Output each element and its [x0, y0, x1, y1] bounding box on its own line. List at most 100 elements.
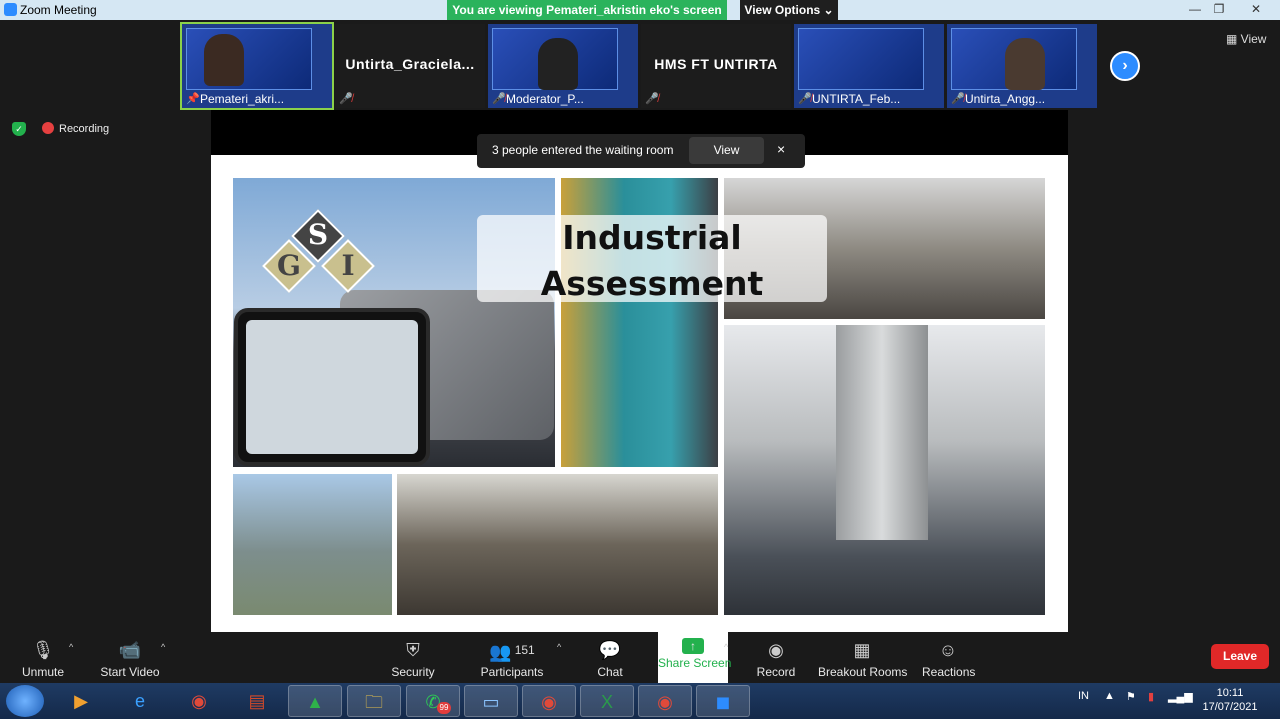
muted-mic-icon: 🎤̸	[492, 93, 506, 105]
audio-options-caret-icon[interactable]: ^	[69, 642, 73, 652]
muted-mic-icon: 🎤̸	[339, 93, 353, 105]
participants-icon: 👥 151	[489, 642, 535, 662]
share-screen-label: Share Screen	[658, 656, 732, 670]
minimize-icon[interactable]: —	[1184, 1, 1206, 18]
breakout-rooms-button[interactable]: ▦ Breakout Rooms	[818, 632, 908, 683]
view-label: View	[1240, 32, 1267, 46]
chat-icon: 💬	[598, 640, 622, 660]
reactions-icon: ☺	[938, 640, 958, 660]
record-button[interactable]: ◉ Record	[756, 632, 796, 683]
participant-name: Moderator_P...	[506, 92, 584, 106]
grid-icon: ▦	[1226, 32, 1241, 46]
whatsapp-badge: 99	[437, 702, 451, 714]
recording-label: Recording	[59, 123, 110, 135]
language-indicator[interactable]: IN	[1078, 690, 1089, 702]
participant-tile[interactable]: 📌 Pemateri_akri...	[180, 22, 334, 110]
logo-letter: S	[307, 218, 329, 251]
restore-icon[interactable]: ❐	[1208, 1, 1230, 18]
chrome-icon[interactable]: ◉	[172, 685, 226, 717]
window-title: Zoom Meeting	[20, 3, 97, 17]
start-video-button[interactable]: 📹 Start Video	[98, 632, 162, 683]
participant-gallery: 📌 Pemateri_akri... Untirta_Graciela... 🎤…	[0, 20, 1280, 110]
share-options-caret-icon[interactable]: ^	[724, 642, 728, 652]
participant-video-person	[538, 38, 578, 90]
chrome-profile-icon[interactable]: ◉	[522, 685, 576, 717]
muted-mic-icon: 🎤̸	[645, 93, 659, 105]
chat-button[interactable]: 💬 Chat	[592, 632, 628, 683]
security-label: Security	[391, 665, 435, 679]
chimney-shape	[836, 325, 928, 540]
participant-tile[interactable]: 🎤̸ Untirta_Angg...	[947, 24, 1097, 108]
triangle-app-icon[interactable]: ▲	[288, 685, 342, 717]
share-screen-icon: ↑	[682, 638, 704, 654]
logo-letter: I	[341, 249, 355, 282]
slide-title-line: Assessment	[540, 264, 764, 303]
battery-icon[interactable]: ▮	[1148, 690, 1154, 703]
participant-tile[interactable]: HMS FT UNTIRTA 🎤̸	[641, 24, 791, 108]
record-icon: ◉	[768, 640, 784, 660]
close-icon[interactable]: ✕	[1245, 1, 1267, 18]
zoom-taskbar-icon[interactable]: ◼	[696, 685, 750, 717]
video-options-caret-icon[interactable]: ^	[161, 642, 165, 652]
clock-date: 17/07/2021	[1202, 701, 1258, 713]
slide-photo-plant-tower	[233, 474, 392, 615]
show-hidden-icons-icon[interactable]: ▲	[1104, 690, 1115, 702]
share-screen-button[interactable]: ↑ Share Screen	[658, 632, 732, 683]
logo-letter: G	[277, 249, 301, 282]
participant-name: UNTIRTA_Feb...	[812, 92, 901, 106]
chat-label: Chat	[597, 665, 623, 679]
next-page-icon[interactable]: ›	[1110, 51, 1140, 81]
participant-tile[interactable]: 🎤̸ UNTIRTA_Feb...	[794, 24, 944, 108]
slide-photo-chimney	[724, 325, 1045, 615]
slide-title: Industrial Assessment	[477, 215, 827, 307]
breakout-rooms-icon: ▦	[853, 640, 871, 660]
signal-icon[interactable]: ▂▄▆	[1168, 690, 1193, 703]
leave-button[interactable]: Leave	[1211, 644, 1269, 669]
waiting-room-notification: 3 people entered the waiting room View ×	[477, 134, 805, 168]
participant-name: Pemateri_akri...	[200, 92, 285, 106]
participants-label: Participants	[480, 665, 544, 679]
zoom-app-icon	[4, 3, 17, 16]
viewing-screen-banner: You are viewing Pemateri_akristin eko's …	[447, 0, 727, 20]
recording-indicator[interactable]: Recording	[42, 122, 109, 135]
meeting-toolbar: 🎙 Unmute ^ 📹 Start Video ^ ⛨ Security 👥 1…	[0, 632, 1280, 683]
gallery-view-button[interactable]: ▦ View	[1226, 32, 1266, 46]
file-explorer-icon[interactable]: 🗀	[347, 685, 401, 717]
participant-video-person	[204, 34, 244, 86]
media-player-icon[interactable]: ▶	[54, 685, 108, 717]
reactions-button[interactable]: ☺ Reactions	[922, 632, 975, 683]
tile-video	[798, 28, 924, 90]
breakout-rooms-label: Breakout Rooms	[818, 665, 908, 679]
participant-tile[interactable]: 🎤̸ Moderator_P...	[488, 24, 638, 108]
remote-desktop-icon[interactable]: ▭	[464, 685, 518, 717]
participant-name: Untirta_Graciela...	[345, 56, 475, 72]
shield-icon: ⛨	[406, 640, 420, 660]
start-button-icon[interactable]	[6, 685, 44, 717]
participant-name: Untirta_Angg...	[965, 92, 1046, 106]
tablet-shape	[234, 308, 430, 466]
view-options-button[interactable]: View Options ⌄	[740, 0, 838, 20]
participants-count: 151	[514, 643, 535, 657]
participants-button[interactable]: 👥 151 Participants	[478, 632, 546, 683]
action-center-flag-icon[interactable]: ⚑	[1126, 690, 1136, 703]
close-icon[interactable]: ×	[777, 141, 785, 157]
winrar-icon[interactable]: ▤	[230, 685, 284, 717]
clock-time: 10:11	[1216, 687, 1244, 699]
security-button[interactable]: ⛨ Security	[388, 632, 438, 683]
participants-caret-icon[interactable]: ^	[557, 642, 561, 652]
internet-explorer-icon[interactable]: e	[113, 685, 167, 717]
slide-title-line: Industrial	[562, 218, 742, 257]
waiting-room-message: 3 people entered the waiting room	[492, 143, 674, 157]
encryption-shield-icon[interactable]: ✓	[12, 122, 26, 136]
whatsapp-icon[interactable]: ✆ 99	[406, 685, 460, 717]
unmute-button[interactable]: 🎙 Unmute	[18, 632, 68, 683]
waiting-room-view-button[interactable]: View	[689, 137, 764, 164]
taskbar-clock[interactable]: 10:11 17/07/2021	[1190, 686, 1270, 714]
chrome-window-icon[interactable]: ◉	[638, 685, 692, 717]
excel-icon[interactable]: X	[580, 685, 634, 717]
record-label: Record	[756, 665, 796, 679]
unmute-label: Unmute	[21, 665, 65, 679]
video-off-icon: 📹	[118, 640, 142, 660]
participant-tile[interactable]: Untirta_Graciela... 🎤̸	[335, 24, 485, 108]
muted-mic-icon: 🎤̸	[798, 93, 812, 105]
